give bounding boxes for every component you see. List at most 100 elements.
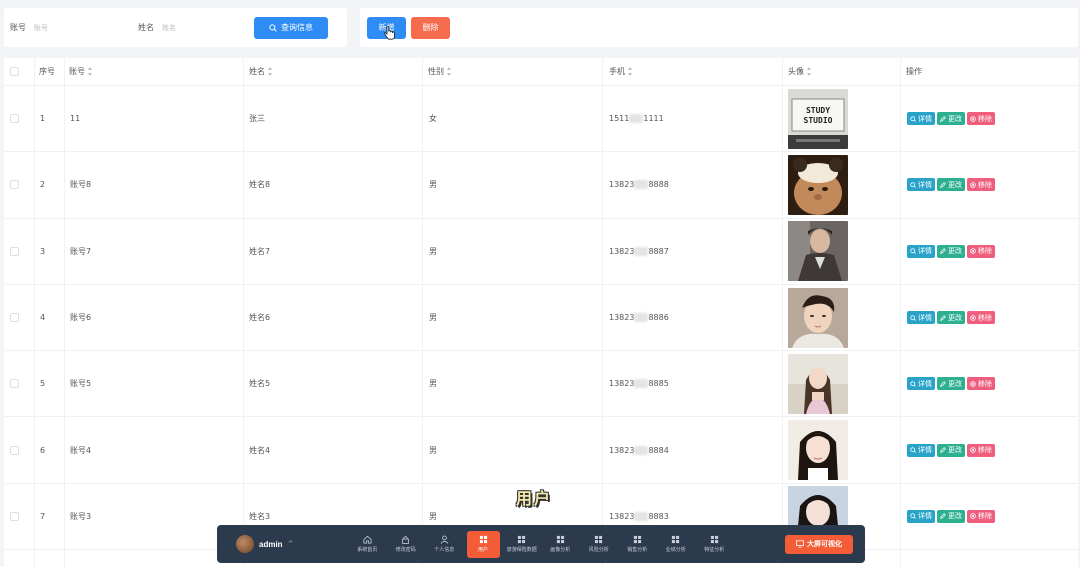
edit-button[interactable]: 更改 <box>937 443 965 457</box>
avatar-image[interactable]: STUDY STUDIO <box>788 88 848 149</box>
detail-button[interactable]: 详情 <box>907 112 935 126</box>
dock-item[interactable]: 业绩分析 <box>657 531 696 558</box>
row-name: 姓名8 <box>249 180 271 190</box>
row-index: 1 <box>40 114 46 124</box>
phone-prefix: 13823 <box>609 379 635 389</box>
name-label: 姓名 <box>138 23 154 32</box>
row-checkbox[interactable] <box>10 351 19 416</box>
row-avatar[interactable] <box>788 351 848 416</box>
row-name: 姓名5 <box>249 379 271 389</box>
account-input[interactable]: 账号 <box>32 17 124 38</box>
row-checkbox[interactable] <box>10 418 19 483</box>
col-avatar[interactable]: 头像 <box>788 58 813 85</box>
dock-item[interactable]: 用户 <box>466 530 500 558</box>
detail-button[interactable]: 详情 <box>907 311 935 325</box>
row-checkbox[interactable] <box>10 86 19 151</box>
col-account[interactable]: 账号 <box>69 58 94 85</box>
remove-button[interactable]: 移除 <box>967 377 995 391</box>
sort-icon[interactable] <box>268 67 274 76</box>
phone-suffix: 8886 <box>648 313 669 323</box>
account-label: 账号 <box>10 23 26 32</box>
remove-circle-icon <box>970 513 976 520</box>
remove-circle-icon <box>970 248 976 254</box>
remove-button[interactable]: 移除 <box>967 443 995 457</box>
remove-button[interactable]: 移除 <box>967 509 995 523</box>
dock-item[interactable]: 销售分析 <box>618 531 657 558</box>
phone-redacted <box>634 246 649 256</box>
delete-button[interactable]: 删除 <box>411 16 450 39</box>
edit-button[interactable]: 更改 <box>937 112 965 126</box>
sort-icon[interactable] <box>447 67 453 76</box>
remove-button[interactable]: 移除 <box>967 112 995 126</box>
dock-item-label: 修改密码 <box>395 547 416 553</box>
detail-label: 详情 <box>918 379 932 388</box>
sort-icon[interactable] <box>807 67 813 76</box>
select-all-checkbox[interactable] <box>10 58 19 85</box>
col-gender-label: 性别 <box>428 67 444 76</box>
sort-icon[interactable] <box>88 67 94 76</box>
table-row: 5 账号5 姓名5 男 13823 8885 详情 更改 移除 <box>4 351 1078 418</box>
edit-button[interactable]: 更改 <box>937 509 965 523</box>
edit-button[interactable]: 更改 <box>937 244 965 258</box>
detail-button[interactable]: 详情 <box>907 244 935 258</box>
row-avatar[interactable] <box>788 285 848 350</box>
table-row: 1 11 张三 女 1511 1111 STUDY STUDIO 详情 更改 移除 <box>4 86 1078 153</box>
col-gender[interactable]: 性别 <box>428 58 453 85</box>
avatar-image[interactable] <box>788 420 848 481</box>
detail-button[interactable]: 详情 <box>907 377 935 391</box>
phone-suffix: 8885 <box>648 379 669 389</box>
detail-button[interactable]: 详情 <box>907 443 935 457</box>
avatar-image[interactable] <box>788 353 848 414</box>
detail-button[interactable]: 详情 <box>907 178 935 192</box>
remove-button[interactable]: 移除 <box>967 178 995 192</box>
search-icon <box>910 513 916 520</box>
row-gender: 男 <box>429 445 437 455</box>
detail-button[interactable]: 详情 <box>907 509 935 523</box>
row-actions-cell: 详情 更改 移除 <box>907 219 995 284</box>
name-input[interactable]: 姓名 <box>160 17 250 38</box>
dock-nav: 系统首页 修改密码 个人信息 用户 旅游保险数据 画像分析 风险分析 销售分析 业绩分析 特征分析 <box>348 530 734 558</box>
edit-button[interactable]: 更改 <box>937 178 965 192</box>
row-checkbox[interactable] <box>10 484 19 549</box>
user-menu[interactable]: admin ^ <box>236 535 348 553</box>
big-screen-button[interactable]: 大屏可视化 <box>785 534 853 554</box>
dock-item[interactable]: 旅游保险数据 <box>503 531 542 558</box>
grid-icon <box>479 535 488 544</box>
row-avatar[interactable]: STUDY STUDIO <box>788 86 848 151</box>
row-checkbox[interactable] <box>10 152 19 217</box>
row-name: 姓名4 <box>249 445 271 455</box>
col-actions: 操作 <box>906 67 922 76</box>
avatar-image[interactable] <box>788 221 848 282</box>
col-divider <box>900 58 901 567</box>
grid-icon <box>710 535 719 544</box>
row-avatar[interactable] <box>788 219 848 284</box>
sort-icon[interactable] <box>628 67 634 76</box>
avatar-image[interactable] <box>788 287 848 348</box>
row-avatar[interactable] <box>788 418 848 483</box>
row-phone: 13823 8886 <box>609 285 669 350</box>
dock-item-label: 用户 <box>477 547 488 553</box>
dock-item[interactable]: 修改密码 <box>387 531 426 558</box>
search-button[interactable]: 查询信息 <box>254 16 328 39</box>
dock-item[interactable]: 特征分析 <box>695 531 734 558</box>
dock-item[interactable]: 系统首页 <box>348 531 387 558</box>
row-checkbox[interactable] <box>10 285 19 350</box>
col-name[interactable]: 姓名 <box>249 58 274 85</box>
dock-item[interactable]: 画像分析 <box>541 531 580 558</box>
phone-prefix: 1511 <box>609 114 630 124</box>
edit-button[interactable]: 更改 <box>937 311 965 325</box>
remove-button[interactable]: 移除 <box>967 244 995 258</box>
remove-button[interactable]: 移除 <box>967 311 995 325</box>
table-row: 3 账号7 姓名7 男 13823 8887 详情 更改 移除 <box>4 219 1078 285</box>
add-button[interactable]: 新增 <box>367 16 406 40</box>
edit-button[interactable]: 更改 <box>937 377 965 391</box>
avatar-image[interactable] <box>788 154 848 215</box>
dock-item[interactable]: 风险分析 <box>580 531 619 558</box>
dock-item[interactable]: 个人信息 <box>425 531 464 558</box>
row-index: 2 <box>40 180 46 190</box>
row-avatar[interactable] <box>788 152 848 217</box>
row-account: 账号6 <box>70 313 92 323</box>
avatar <box>236 535 254 553</box>
col-phone[interactable]: 手机 <box>609 58 634 85</box>
row-checkbox[interactable] <box>10 219 19 284</box>
